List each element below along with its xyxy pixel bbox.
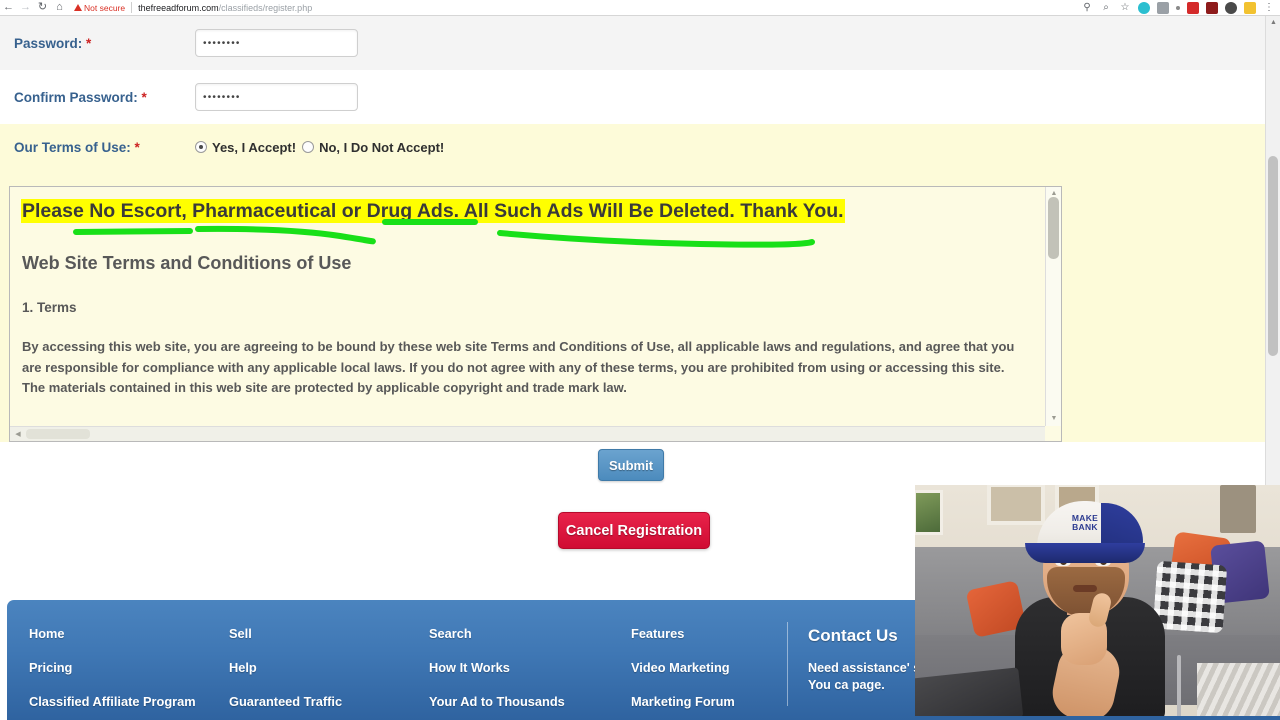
pillow-patterned [1152, 560, 1228, 634]
scroll-down-arrow-icon[interactable]: ▼ [1046, 412, 1061, 426]
back-arrow-icon[interactable]: ← [0, 1, 17, 15]
cancel-registration-button[interactable]: Cancel Registration [558, 512, 710, 549]
footer-link-pricing[interactable]: Pricing [29, 660, 207, 675]
radio-decline-icon[interactable] [302, 141, 315, 153]
extension-dot-icon[interactable] [1176, 5, 1180, 10]
radio-option-decline[interactable]: No, I Do Not Accept! [302, 140, 444, 155]
confirm-password-field[interactable] [195, 83, 358, 111]
url-path: /classifieds/register.php [218, 2, 313, 13]
confirm-password-row: Confirm Password: * [0, 70, 1272, 124]
extension-dark-circle-icon[interactable] [1225, 1, 1237, 14]
footer-column-1: Home Pricing Classified Affiliate Progra… [7, 626, 207, 720]
radio-accept-icon[interactable] [195, 141, 207, 153]
page-scroll-thumb[interactable] [1268, 156, 1278, 356]
cap-logo-line-2: BANK [1072, 521, 1098, 532]
terms-of-use-section: Our Terms of Use: * Yes, I Accept! No, I… [0, 124, 1272, 442]
confirm-password-label: Confirm Password: * [14, 89, 147, 105]
security-label: Not secure [84, 2, 126, 13]
footer-link-home[interactable]: Home [29, 626, 207, 641]
terms-of-use-label: Our Terms of Use: * [14, 139, 140, 155]
radio-decline-label: No, I Do Not Accept! [319, 139, 445, 155]
zoom-search-icon[interactable]: ⌕ [1100, 2, 1112, 14]
terms-horizontal-scrollbar[interactable]: ◀ [10, 426, 1045, 441]
webcam-bottom-border [915, 716, 1280, 720]
required-marker: * [141, 89, 147, 105]
extension-tray: ⚲ ⌕ ☆ ⋮ [1081, 1, 1280, 14]
browser-menu-icon[interactable]: ⋮ [1263, 2, 1275, 14]
footer-link-your-ad-to-thousands[interactable]: Your Ad to Thousands [429, 694, 609, 709]
submit-button[interactable]: Submit [598, 449, 664, 481]
extension-red-icon[interactable] [1187, 1, 1199, 14]
password-field[interactable] [195, 29, 358, 57]
terms-paragraph: By accessing this web site, you are agre… [22, 339, 1015, 396]
footer-link-how-it-works[interactable]: How It Works [429, 660, 609, 675]
required-marker: * [86, 35, 92, 51]
address-bar[interactable]: thefreeadforum.com/classifieds/register.… [138, 3, 312, 13]
required-marker: * [134, 139, 140, 155]
scroll-left-arrow-icon[interactable]: ◀ [10, 427, 26, 441]
browser-toolbar: ← → ↻ ⌂ Not secure thefreeadforum.com/cl… [0, 0, 1280, 16]
terms-heading: Web Site Terms and Conditions of Use [22, 253, 352, 274]
footer-link-search[interactable]: Search [429, 626, 609, 641]
password-label: Password: * [14, 35, 92, 51]
radio-accept-label: Yes, I Accept! [212, 139, 297, 155]
footer-column-4: Features Video Marketing Marketing Forum [609, 626, 787, 720]
footer-link-features[interactable]: Features [631, 626, 787, 641]
url-separator [131, 2, 133, 13]
terms-vertical-scrollbar[interactable]: ▲ ▼ [1045, 187, 1061, 426]
terms-text-content: Please No Escort, Pharmaceutical or Drug… [10, 187, 1044, 426]
terms-textarea[interactable]: Please No Escort, Pharmaceutical or Drug… [9, 186, 1062, 442]
terms-warning-banner: Please No Escort, Pharmaceutical or Drug… [22, 200, 844, 222]
webcam-overlay: MAKE BANK [915, 485, 1280, 720]
url-domain: thefreeadforum.com [138, 2, 219, 13]
footer-column-3: Search How It Works Your Ad to Thousands [407, 626, 609, 720]
floor-rug [1197, 663, 1280, 720]
forward-arrow-icon: → [20, 1, 31, 13]
terms-radio-group: Yes, I Accept! No, I Do Not Accept! [195, 140, 444, 155]
extension-darkred-icon[interactable] [1206, 1, 1218, 14]
reload-icon[interactable]: ↻ [34, 1, 51, 15]
footer-link-classified-affiliate-program[interactable]: Classified Affiliate Program [29, 694, 207, 709]
extension-yellow-icon[interactable] [1244, 1, 1256, 14]
wall-lamp [1220, 485, 1256, 533]
terms-section-title: 1. Terms [22, 300, 77, 316]
bookmark-star-icon[interactable]: ☆ [1119, 2, 1131, 14]
footer-link-sell[interactable]: Sell [229, 626, 407, 641]
footer-link-marketing-forum[interactable]: Marketing Forum [631, 694, 787, 709]
terms-header-row: Our Terms of Use: * Yes, I Accept! No, I… [0, 124, 1272, 170]
warning-triangle-icon [74, 4, 82, 11]
password-row: Password: * [0, 16, 1272, 70]
footer-link-help[interactable]: Help [229, 660, 407, 675]
wall-picture-left [915, 490, 943, 535]
terms-scroll-thumb[interactable] [1048, 197, 1059, 259]
key-icon[interactable]: ⚲ [1081, 2, 1093, 14]
footer-link-guaranteed-traffic[interactable]: Guaranteed Traffic [229, 694, 407, 709]
scroll-up-arrow-icon[interactable]: ▲ [1266, 16, 1280, 30]
footer-link-video-marketing[interactable]: Video Marketing [631, 660, 787, 675]
radio-option-accept[interactable]: Yes, I Accept! [195, 140, 296, 155]
chair-leg [1177, 655, 1181, 720]
extension-camera-icon[interactable] [1138, 1, 1150, 14]
home-icon[interactable]: ⌂ [51, 1, 68, 15]
cap-brim [1025, 543, 1145, 563]
extension-grey-icon[interactable] [1157, 1, 1169, 14]
footer-column-2: Sell Help Guaranteed Traffic [207, 626, 407, 720]
terms-hscroll-thumb[interactable] [26, 429, 90, 439]
wall-picture-center [987, 485, 1045, 525]
security-status[interactable]: Not secure [74, 3, 125, 13]
cap-logo-text: MAKE BANK [1053, 514, 1117, 532]
person-mouth [1073, 585, 1097, 592]
